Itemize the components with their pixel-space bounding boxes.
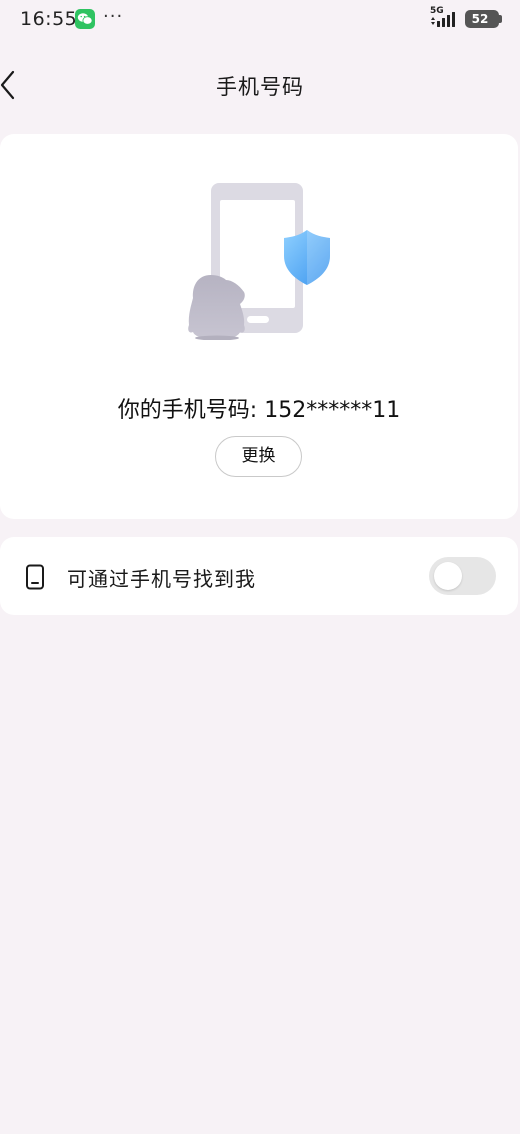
- change-phone-button[interactable]: 更换: [215, 436, 302, 477]
- page-title: 手机号码: [216, 75, 304, 99]
- battery-icon: 52: [465, 10, 502, 28]
- find-by-phone-toggle[interactable]: [429, 557, 496, 595]
- toggle-knob: [434, 562, 462, 590]
- wechat-icon: [75, 9, 95, 29]
- mobile-phone-icon: [26, 564, 44, 590]
- status-time: 16:55: [20, 8, 78, 30]
- phone-security-illustration: [188, 183, 330, 340]
- phone-number-card: 你的手机号码: 152******11 更换: [0, 134, 518, 519]
- phone-number-text: 你的手机号码: 152******11: [117, 398, 401, 423]
- find-by-phone-row[interactable]: 可通过手机号找到我: [0, 537, 518, 615]
- find-by-phone-label: 可通过手机号找到我: [67, 567, 256, 591]
- battery-tip: [499, 15, 502, 23]
- status-bar: 16:55 ··· 5G 52: [0, 0, 520, 40]
- signal-icon: [431, 12, 455, 27]
- header: 手机号码: [0, 55, 520, 115]
- battery-level: 52: [471, 12, 489, 26]
- more-notifications-icon: ···: [103, 6, 124, 27]
